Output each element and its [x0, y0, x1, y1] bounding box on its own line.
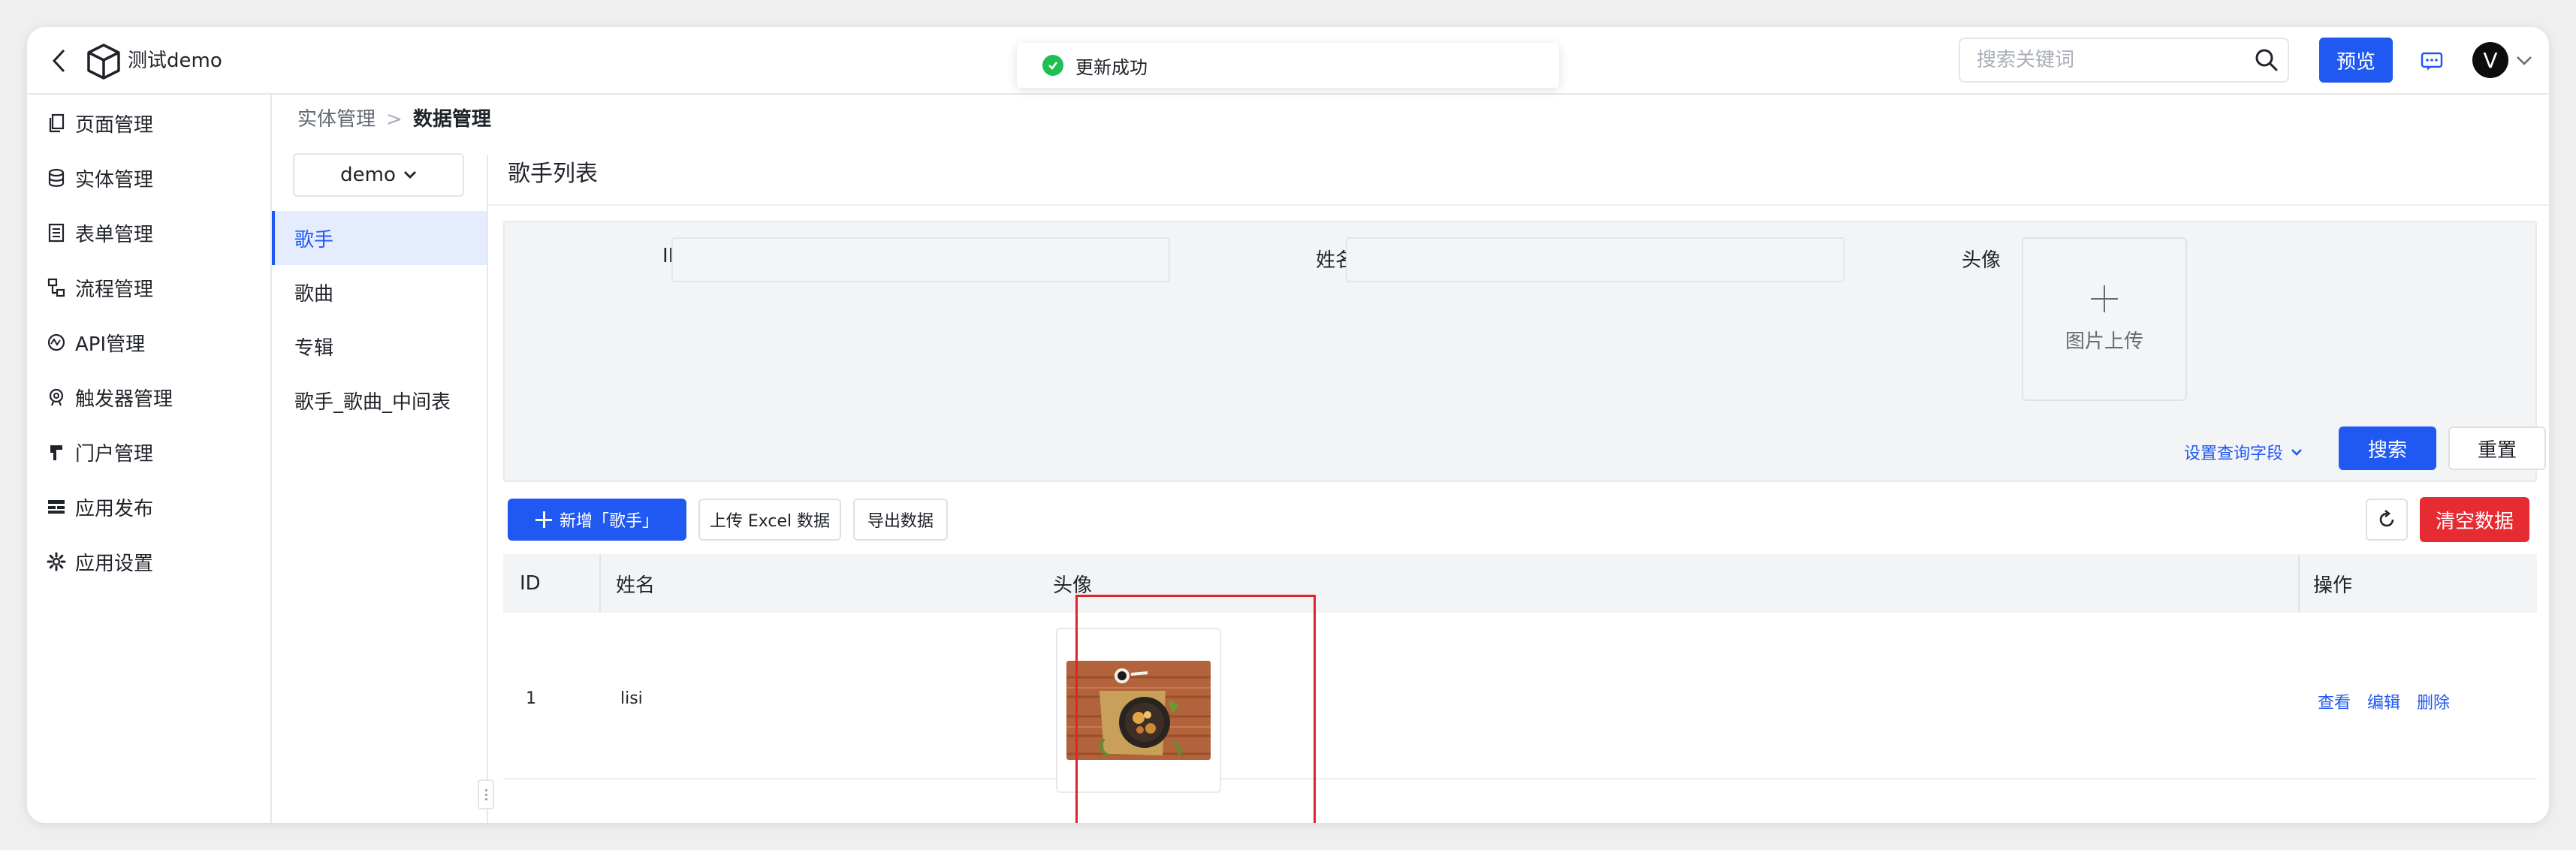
export-button[interactable]: 导出数据 [853, 499, 948, 541]
add-singer-button[interactable]: 新增「歌手」 [508, 499, 686, 541]
database-select[interactable]: demo [293, 153, 464, 197]
column-header-name: 姓名 [616, 574, 656, 597]
cell-id: 1 [526, 689, 536, 708]
breadcrumb-parent[interactable]: 实体管理 [297, 107, 376, 132]
message-icon [2421, 52, 2443, 71]
cube-logo-icon [83, 41, 125, 83]
sidebar-item-label: 流程管理 [75, 278, 154, 301]
edit-link[interactable]: 编辑 [2367, 689, 2400, 713]
query-fields-label: 设置查询字段 [2184, 445, 2284, 463]
sidebar-item-label: 门户管理 [75, 442, 154, 466]
back-button[interactable] [42, 44, 77, 78]
sidebar-item-triggers[interactable]: 触发器管理 [27, 375, 272, 420]
column-divider [2298, 554, 2300, 613]
panel-divider [487, 155, 488, 823]
sidebar-item-label: 实体管理 [75, 168, 154, 191]
sidebar-item-flows[interactable]: 流程管理 [27, 265, 272, 310]
toast-message: 更新成功 [1075, 56, 1148, 78]
sidebar-item-label: 应用设置 [75, 552, 154, 575]
preview-button[interactable]: 预览 [2319, 38, 2393, 83]
plus-icon [535, 511, 552, 528]
table-row: 1 lisi 查看 编辑 删除 [503, 613, 2537, 793]
database-select-value: demo [340, 164, 396, 186]
page-title: 歌手列表 [508, 161, 598, 187]
plus-icon [2091, 285, 2118, 312]
highlight-annotation-box [1075, 595, 1316, 823]
search-input[interactable] [1960, 39, 2246, 81]
entity-item-singer[interactable]: 歌手 [272, 211, 488, 265]
reset-button[interactable]: 重置 [2448, 427, 2546, 470]
publish-icon [45, 496, 68, 518]
breadcrumb-current: 数据管理 [412, 108, 491, 131]
entity-item-song[interactable]: 歌曲 [272, 265, 488, 319]
chevron-down-icon[interactable] [2511, 50, 2537, 72]
sidebar-item-entities[interactable]: 实体管理 [27, 155, 272, 200]
query-fields-link[interactable]: 设置查询字段 [2184, 440, 2303, 464]
table-header: ID 姓名 头像 操作 [503, 554, 2537, 613]
api-icon [45, 331, 68, 354]
chevron-down-icon [2291, 448, 2303, 456]
breadcrumb-separator: > [386, 108, 403, 131]
delete-link[interactable]: 删除 [2417, 689, 2450, 713]
success-toast: 更新成功 [1017, 43, 1559, 88]
chevron-down-icon [403, 170, 417, 179]
sidebar-item-label: API管理 [75, 333, 146, 356]
search-box [1959, 38, 2289, 83]
chevron-left-icon [52, 49, 65, 73]
sidebar-item-publish[interactable]: 应用发布 [27, 484, 272, 529]
entity-item-singer-song-join[interactable]: 歌手_歌曲_中间表 [272, 373, 488, 427]
entity-item-album[interactable]: 专辑 [272, 319, 488, 373]
sidebar-item-settings[interactable]: 应用设置 [27, 539, 272, 584]
search-button[interactable]: 搜索 [2339, 427, 2436, 470]
sidebar-item-forms[interactable]: 表单管理 [27, 210, 272, 255]
refresh-icon [2379, 509, 2394, 527]
filter-form: ID 姓名 头像 图片上传 设置查询字段 搜索 重置 [503, 221, 2546, 482]
clear-data-button[interactable]: 清空数据 [2420, 497, 2529, 542]
app-window: 测试demo 预览 V 页面管理 实体管理 表单管理 [27, 27, 2549, 823]
sidebar-item-api[interactable]: API管理 [27, 320, 272, 365]
page-icon [45, 112, 68, 134]
image-upload[interactable]: 图片上传 [2022, 237, 2187, 401]
sidebar-item-label: 应用发布 [75, 497, 154, 520]
sidebar-item-portal[interactable]: 门户管理 [27, 430, 272, 475]
column-header-id: ID [520, 572, 541, 595]
search-icon[interactable] [2246, 39, 2288, 81]
view-link[interactable]: 查看 [2318, 689, 2351, 713]
upload-text: 图片上传 [2065, 330, 2143, 353]
filter-id-input[interactable] [671, 237, 1170, 282]
check-circle-icon [1042, 55, 1063, 76]
refresh-button[interactable] [2366, 499, 2408, 541]
upload-excel-button[interactable]: 上传 Excel 数据 [698, 499, 841, 541]
sidebar-item-label: 表单管理 [75, 223, 154, 246]
sidebar-item-label: 页面管理 [75, 113, 154, 137]
column-divider [599, 554, 601, 613]
breadcrumb: 实体管理 > 数据管理 [297, 107, 491, 132]
sidebar-item-pages[interactable]: 页面管理 [27, 101, 272, 146]
app-title: 测试demo [128, 50, 222, 72]
column-header-actions: 操作 [2313, 574, 2353, 597]
message-button[interactable] [2415, 45, 2448, 78]
panel-resize-handle[interactable] [478, 779, 494, 809]
trigger-icon [45, 386, 68, 408]
flow-icon [45, 276, 68, 299]
title-divider [488, 204, 2549, 206]
database-icon [45, 167, 68, 189]
portal-icon [45, 441, 68, 463]
sidebar-item-label: 触发器管理 [75, 387, 173, 411]
form-icon [45, 222, 68, 244]
entity-list: 歌手 歌曲 专辑 歌手_歌曲_中间表 [272, 211, 488, 427]
filter-name-input[interactable] [1346, 237, 1845, 282]
filter-avatar-label: 头像 [1962, 249, 2001, 272]
gear-icon [45, 550, 68, 573]
add-button-label: 新增「歌手」 [559, 512, 659, 531]
sidebar-nav: 页面管理 实体管理 表单管理 流程管理 API管理 触发器管理 门户管理 应用发… [27, 95, 272, 823]
cell-name: lisi [620, 689, 643, 708]
data-table: ID 姓名 头像 操作 1 lisi 查看 编辑 删除 [503, 554, 2537, 793]
user-avatar[interactable]: V [2472, 42, 2508, 78]
